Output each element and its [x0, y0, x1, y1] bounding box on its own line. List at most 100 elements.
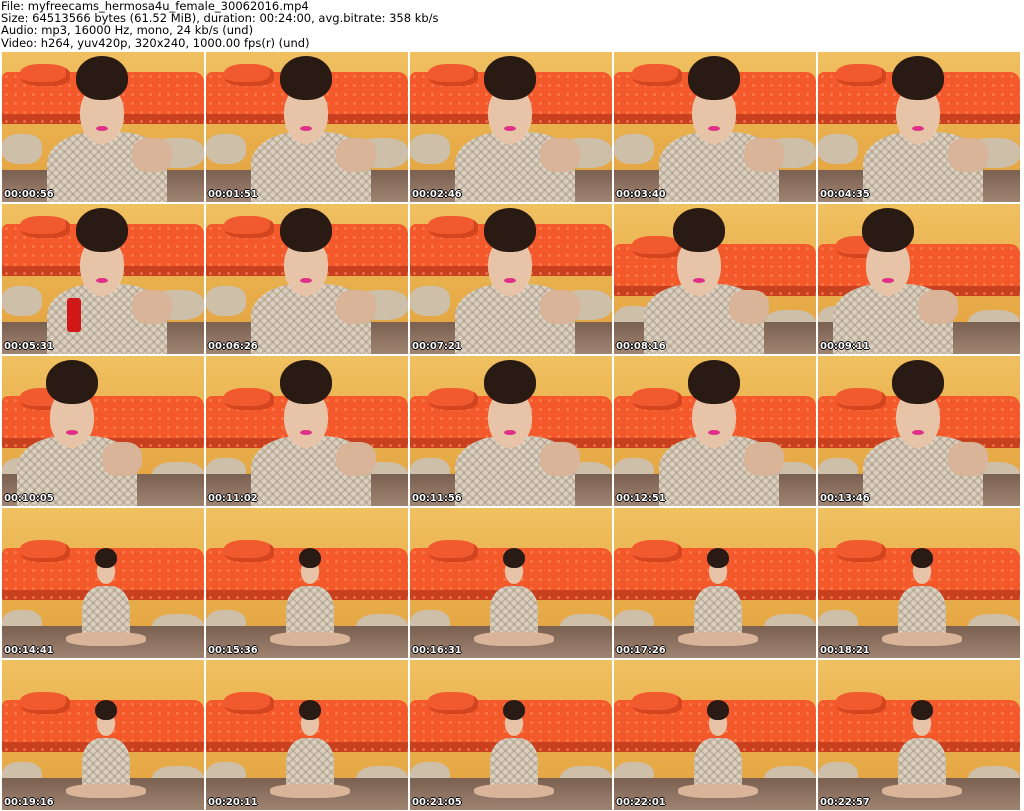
timestamp-label: 00:11:56	[412, 493, 462, 504]
pillow	[836, 388, 886, 410]
pillow	[836, 64, 886, 86]
legs	[678, 632, 758, 646]
video-thumbnail: 00:03:40	[614, 52, 816, 202]
timestamp-label: 00:03:40	[616, 189, 666, 200]
hair	[299, 548, 321, 568]
video-thumbnail: 00:18:21	[818, 508, 1020, 658]
video-thumbnail: 00:11:02	[206, 356, 408, 506]
thumbnail-grid: 00:00:56 00:01:51 00:02:46 00:03:40 00:04:35…	[0, 50, 1024, 811]
timestamp-label: 00:21:05	[412, 797, 462, 808]
video-thumbnail: 00:00:56	[2, 52, 204, 202]
timestamp-label: 00:01:51	[208, 189, 258, 200]
hair	[484, 56, 536, 100]
pillow	[428, 388, 478, 410]
lips	[504, 278, 516, 283]
shoulder	[948, 138, 988, 172]
shoulder	[948, 442, 988, 476]
video-thumbnail: 00:19:16	[2, 660, 204, 810]
lips	[300, 430, 312, 435]
hair	[46, 360, 98, 404]
hair	[892, 360, 944, 404]
cushion	[206, 134, 246, 164]
hair	[707, 548, 729, 568]
pillow	[632, 388, 682, 410]
hair	[673, 208, 725, 252]
audio-info-line: Audio: mp3, 16000 Hz, mono, 24 kb/s (und…	[1, 23, 254, 38]
cushion	[206, 286, 246, 316]
hair	[484, 208, 536, 252]
lips	[693, 278, 705, 283]
hair	[503, 548, 525, 568]
timestamp-label: 00:22:57	[820, 797, 870, 808]
phone	[67, 298, 81, 332]
hair	[484, 360, 536, 404]
timestamp-label: 00:05:31	[4, 341, 54, 352]
legs	[270, 784, 350, 798]
shoulder	[102, 442, 142, 476]
pillow	[224, 64, 274, 86]
video-thumbnail: 00:20:11	[206, 660, 408, 810]
pillow	[20, 216, 70, 238]
lips	[504, 126, 516, 131]
video-thumbnail: 00:11:56	[410, 356, 612, 506]
timestamp-label: 00:13:46	[820, 493, 870, 504]
hair	[280, 56, 332, 100]
shoulder	[132, 138, 172, 172]
timestamp-label: 00:16:31	[412, 645, 462, 656]
timestamp-label: 00:08:16	[616, 341, 666, 352]
video-thumbnail: 00:05:31	[2, 204, 204, 354]
legs	[474, 632, 554, 646]
legs	[270, 632, 350, 646]
hair	[911, 700, 933, 720]
pillow	[428, 540, 478, 562]
timestamp-label: 00:17:26	[616, 645, 666, 656]
hair	[280, 208, 332, 252]
cushion	[2, 134, 42, 164]
legs	[882, 632, 962, 646]
timestamp-label: 00:14:41	[4, 645, 54, 656]
pillow	[20, 64, 70, 86]
pillow	[632, 692, 682, 714]
video-thumbnail: 00:01:51	[206, 52, 408, 202]
shoulder	[540, 290, 580, 324]
pillow	[428, 64, 478, 86]
pillow	[836, 692, 886, 714]
hair	[299, 700, 321, 720]
timestamp-label: 00:15:36	[208, 645, 258, 656]
timestamp-label: 00:19:16	[4, 797, 54, 808]
lips	[96, 278, 108, 283]
legs	[66, 784, 146, 798]
video-thumbnail: 00:09:11	[818, 204, 1020, 354]
hair	[280, 360, 332, 404]
timestamp-label: 00:20:11	[208, 797, 258, 808]
pillow	[428, 692, 478, 714]
pillow	[224, 692, 274, 714]
video-thumbnail: 00:22:57	[818, 660, 1020, 810]
timestamp-label: 00:09:11	[820, 341, 870, 352]
lips	[912, 430, 924, 435]
timestamp-label: 00:18:21	[820, 645, 870, 656]
shoulder	[729, 290, 769, 324]
timestamp-label: 00:10:05	[4, 493, 54, 504]
shoulder	[744, 138, 784, 172]
legs	[474, 784, 554, 798]
video-thumbnail: 00:17:26	[614, 508, 816, 658]
video-thumbnail: 00:06:26	[206, 204, 408, 354]
pillow	[836, 540, 886, 562]
hair	[76, 208, 128, 252]
video-thumbnail: 00:02:46	[410, 52, 612, 202]
cushion	[2, 286, 42, 316]
shoulder	[336, 442, 376, 476]
cushion	[410, 134, 450, 164]
lips	[300, 278, 312, 283]
timestamp-label: 00:12:51	[616, 493, 666, 504]
video-thumbnail: 00:10:05	[2, 356, 204, 506]
pillow	[20, 692, 70, 714]
shoulder	[744, 442, 784, 476]
video-thumbnail: 00:16:31	[410, 508, 612, 658]
file-info-header: File: myfreecams_hermosa4u_female_300620…	[0, 0, 1024, 50]
legs	[66, 632, 146, 646]
lips	[708, 430, 720, 435]
video-thumbnail: 00:08:16	[614, 204, 816, 354]
video-thumbnail: 00:13:46	[818, 356, 1020, 506]
